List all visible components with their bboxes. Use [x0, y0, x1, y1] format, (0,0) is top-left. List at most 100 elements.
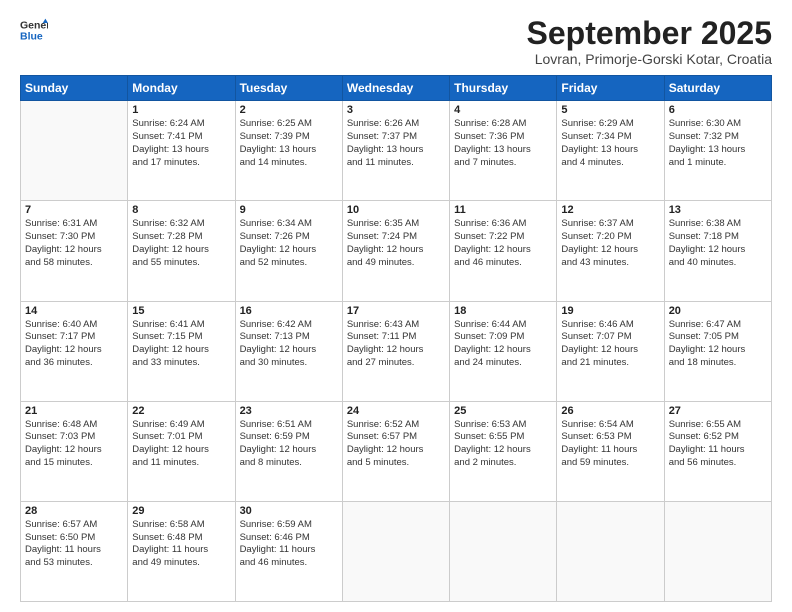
day-number: 14: [25, 305, 123, 317]
calendar-day-cell: 10 Sunrise: 6:35 AM Sunset: 7:24 PM Dayli…: [342, 201, 449, 301]
day-info: Sunrise: 6:30 AM Sunset: 7:32 PM Dayligh…: [669, 118, 767, 169]
day-info: Sunrise: 6:55 AM Sunset: 6:52 PM Dayligh…: [669, 419, 767, 470]
calendar-day-cell: 29 Sunrise: 6:58 AM Sunset: 6:48 PM Dayli…: [128, 501, 235, 601]
calendar-day-cell: 18 Sunrise: 6:44 AM Sunset: 7:09 PM Dayli…: [450, 301, 557, 401]
day-number: 22: [132, 405, 230, 417]
svg-text:General: General: [20, 19, 48, 31]
day-of-week-header: Friday: [557, 76, 664, 101]
day-of-week-header: Tuesday: [235, 76, 342, 101]
day-number: 3: [347, 104, 445, 116]
calendar-day-cell: 4 Sunrise: 6:28 AM Sunset: 7:36 PM Daylig…: [450, 101, 557, 201]
day-info: Sunrise: 6:51 AM Sunset: 6:59 PM Dayligh…: [240, 419, 338, 470]
day-number: 11: [454, 204, 552, 216]
day-info: Sunrise: 6:57 AM Sunset: 6:50 PM Dayligh…: [25, 519, 123, 570]
day-info: Sunrise: 6:41 AM Sunset: 7:15 PM Dayligh…: [132, 319, 230, 370]
day-number: 21: [25, 405, 123, 417]
day-info: Sunrise: 6:38 AM Sunset: 7:18 PM Dayligh…: [669, 218, 767, 269]
calendar-week-row: 7 Sunrise: 6:31 AM Sunset: 7:30 PM Daylig…: [21, 201, 772, 301]
day-number: 15: [132, 305, 230, 317]
day-info: Sunrise: 6:49 AM Sunset: 7:01 PM Dayligh…: [132, 419, 230, 470]
day-info: Sunrise: 6:42 AM Sunset: 7:13 PM Dayligh…: [240, 319, 338, 370]
day-info: Sunrise: 6:58 AM Sunset: 6:48 PM Dayligh…: [132, 519, 230, 570]
day-info: Sunrise: 6:36 AM Sunset: 7:22 PM Dayligh…: [454, 218, 552, 269]
calendar-day-cell: 12Sunrise: 6:37 AM Sunset: 7:20 PM Dayli…: [557, 201, 664, 301]
day-number: 5: [561, 104, 659, 116]
day-info: Sunrise: 6:46 AM Sunset: 7:07 PM Dayligh…: [561, 319, 659, 370]
calendar-day-cell: 13 Sunrise: 6:38 AM Sunset: 7:18 PM Dayli…: [664, 201, 771, 301]
calendar-day-cell: 21 Sunrise: 6:48 AM Sunset: 7:03 PM Dayli…: [21, 401, 128, 501]
day-info: Sunrise: 6:40 AM Sunset: 7:17 PM Dayligh…: [25, 319, 123, 370]
calendar-week-row: 1 Sunrise: 6:24 AM Sunset: 7:41 PM Daylig…: [21, 101, 772, 201]
calendar-day-cell: 20 Sunrise: 6:47 AM Sunset: 7:05 PM Dayli…: [664, 301, 771, 401]
logo: General Blue: [20, 16, 48, 44]
calendar-day-cell: 11 Sunrise: 6:36 AM Sunset: 7:22 PM Dayli…: [450, 201, 557, 301]
day-info: Sunrise: 6:25 AM Sunset: 7:39 PM Dayligh…: [240, 118, 338, 169]
day-info: Sunrise: 6:47 AM Sunset: 7:05 PM Dayligh…: [669, 319, 767, 370]
day-info: Sunrise: 6:31 AM Sunset: 7:30 PM Dayligh…: [25, 218, 123, 269]
calendar-day-cell: 23 Sunrise: 6:51 AM Sunset: 6:59 PM Dayli…: [235, 401, 342, 501]
calendar-day-cell: [21, 101, 128, 201]
day-number: 18: [454, 305, 552, 317]
calendar-day-cell: 24Sunrise: 6:52 AM Sunset: 6:57 PM Dayli…: [342, 401, 449, 501]
calendar-day-cell: 16 Sunrise: 6:42 AM Sunset: 7:13 PM Dayli…: [235, 301, 342, 401]
calendar-day-cell: 5 Sunrise: 6:29 AM Sunset: 7:34 PM Daylig…: [557, 101, 664, 201]
day-info: Sunrise: 6:34 AM Sunset: 7:26 PM Dayligh…: [240, 218, 338, 269]
day-info: Sunrise: 6:43 AM Sunset: 7:11 PM Dayligh…: [347, 319, 445, 370]
calendar-day-cell: [664, 501, 771, 601]
day-info: Sunrise: 6:53 AM Sunset: 6:55 PM Dayligh…: [454, 419, 552, 470]
day-number: 16: [240, 305, 338, 317]
day-of-week-header: Thursday: [450, 76, 557, 101]
calendar-week-row: 28 Sunrise: 6:57 AM Sunset: 6:50 PM Dayli…: [21, 501, 772, 601]
calendar-day-cell: [450, 501, 557, 601]
calendar-day-cell: 28 Sunrise: 6:57 AM Sunset: 6:50 PM Dayli…: [21, 501, 128, 601]
header: General Blue September 2025 Lovran, Prim…: [20, 16, 772, 67]
day-info: Sunrise: 6:44 AM Sunset: 7:09 PM Dayligh…: [454, 319, 552, 370]
calendar-day-cell: 1 Sunrise: 6:24 AM Sunset: 7:41 PM Daylig…: [128, 101, 235, 201]
day-number: 27: [669, 405, 767, 417]
day-number: 13: [669, 204, 767, 216]
calendar-day-cell: [557, 501, 664, 601]
calendar-week-row: 21 Sunrise: 6:48 AM Sunset: 7:03 PM Dayli…: [21, 401, 772, 501]
day-number: 19: [561, 305, 659, 317]
page: General Blue September 2025 Lovran, Prim…: [0, 0, 792, 612]
calendar-day-cell: 14 Sunrise: 6:40 AM Sunset: 7:17 PM Dayli…: [21, 301, 128, 401]
day-info: Sunrise: 6:32 AM Sunset: 7:28 PM Dayligh…: [132, 218, 230, 269]
day-number: 25: [454, 405, 552, 417]
day-info: Sunrise: 6:37 AM Sunset: 7:20 PM Dayligh…: [561, 218, 659, 269]
calendar-day-cell: 6Sunrise: 6:30 AM Sunset: 7:32 PM Daylig…: [664, 101, 771, 201]
day-info: Sunrise: 6:29 AM Sunset: 7:34 PM Dayligh…: [561, 118, 659, 169]
day-info: Sunrise: 6:26 AM Sunset: 7:37 PM Dayligh…: [347, 118, 445, 169]
day-number: 23: [240, 405, 338, 417]
calendar-day-cell: 30Sunrise: 6:59 AM Sunset: 6:46 PM Dayli…: [235, 501, 342, 601]
day-info: Sunrise: 6:35 AM Sunset: 7:24 PM Dayligh…: [347, 218, 445, 269]
calendar-day-cell: 25 Sunrise: 6:53 AM Sunset: 6:55 PM Dayli…: [450, 401, 557, 501]
day-number: 10: [347, 204, 445, 216]
day-number: 8: [132, 204, 230, 216]
calendar-day-cell: [342, 501, 449, 601]
logo-icon: General Blue: [20, 16, 48, 44]
calendar-day-cell: 8 Sunrise: 6:32 AM Sunset: 7:28 PM Daylig…: [128, 201, 235, 301]
day-of-week-header: Sunday: [21, 76, 128, 101]
calendar-day-cell: 3 Sunrise: 6:26 AM Sunset: 7:37 PM Daylig…: [342, 101, 449, 201]
calendar-day-cell: 17 Sunrise: 6:43 AM Sunset: 7:11 PM Dayli…: [342, 301, 449, 401]
day-number: 30: [240, 505, 338, 517]
day-of-week-header: Monday: [128, 76, 235, 101]
day-info: Sunrise: 6:48 AM Sunset: 7:03 PM Dayligh…: [25, 419, 123, 470]
calendar-table: SundayMondayTuesdayWednesdayThursdayFrid…: [20, 75, 772, 602]
main-title: September 2025: [527, 16, 772, 51]
subtitle: Lovran, Primorje-Gorski Kotar, Croatia: [527, 51, 772, 67]
day-number: 17: [347, 305, 445, 317]
day-info: Sunrise: 6:28 AM Sunset: 7:36 PM Dayligh…: [454, 118, 552, 169]
day-number: 1: [132, 104, 230, 116]
day-number: 7: [25, 204, 123, 216]
day-number: 26: [561, 405, 659, 417]
calendar-day-cell: 7 Sunrise: 6:31 AM Sunset: 7:30 PM Daylig…: [21, 201, 128, 301]
calendar-day-cell: 15 Sunrise: 6:41 AM Sunset: 7:15 PM Dayli…: [128, 301, 235, 401]
day-number: 20: [669, 305, 767, 317]
day-info: Sunrise: 6:24 AM Sunset: 7:41 PM Dayligh…: [132, 118, 230, 169]
title-block: September 2025 Lovran, Primorje-Gorski K…: [527, 16, 772, 67]
day-number: 29: [132, 505, 230, 517]
day-number: 4: [454, 104, 552, 116]
calendar-day-cell: 19 Sunrise: 6:46 AM Sunset: 7:07 PM Dayli…: [557, 301, 664, 401]
day-number: 28: [25, 505, 123, 517]
